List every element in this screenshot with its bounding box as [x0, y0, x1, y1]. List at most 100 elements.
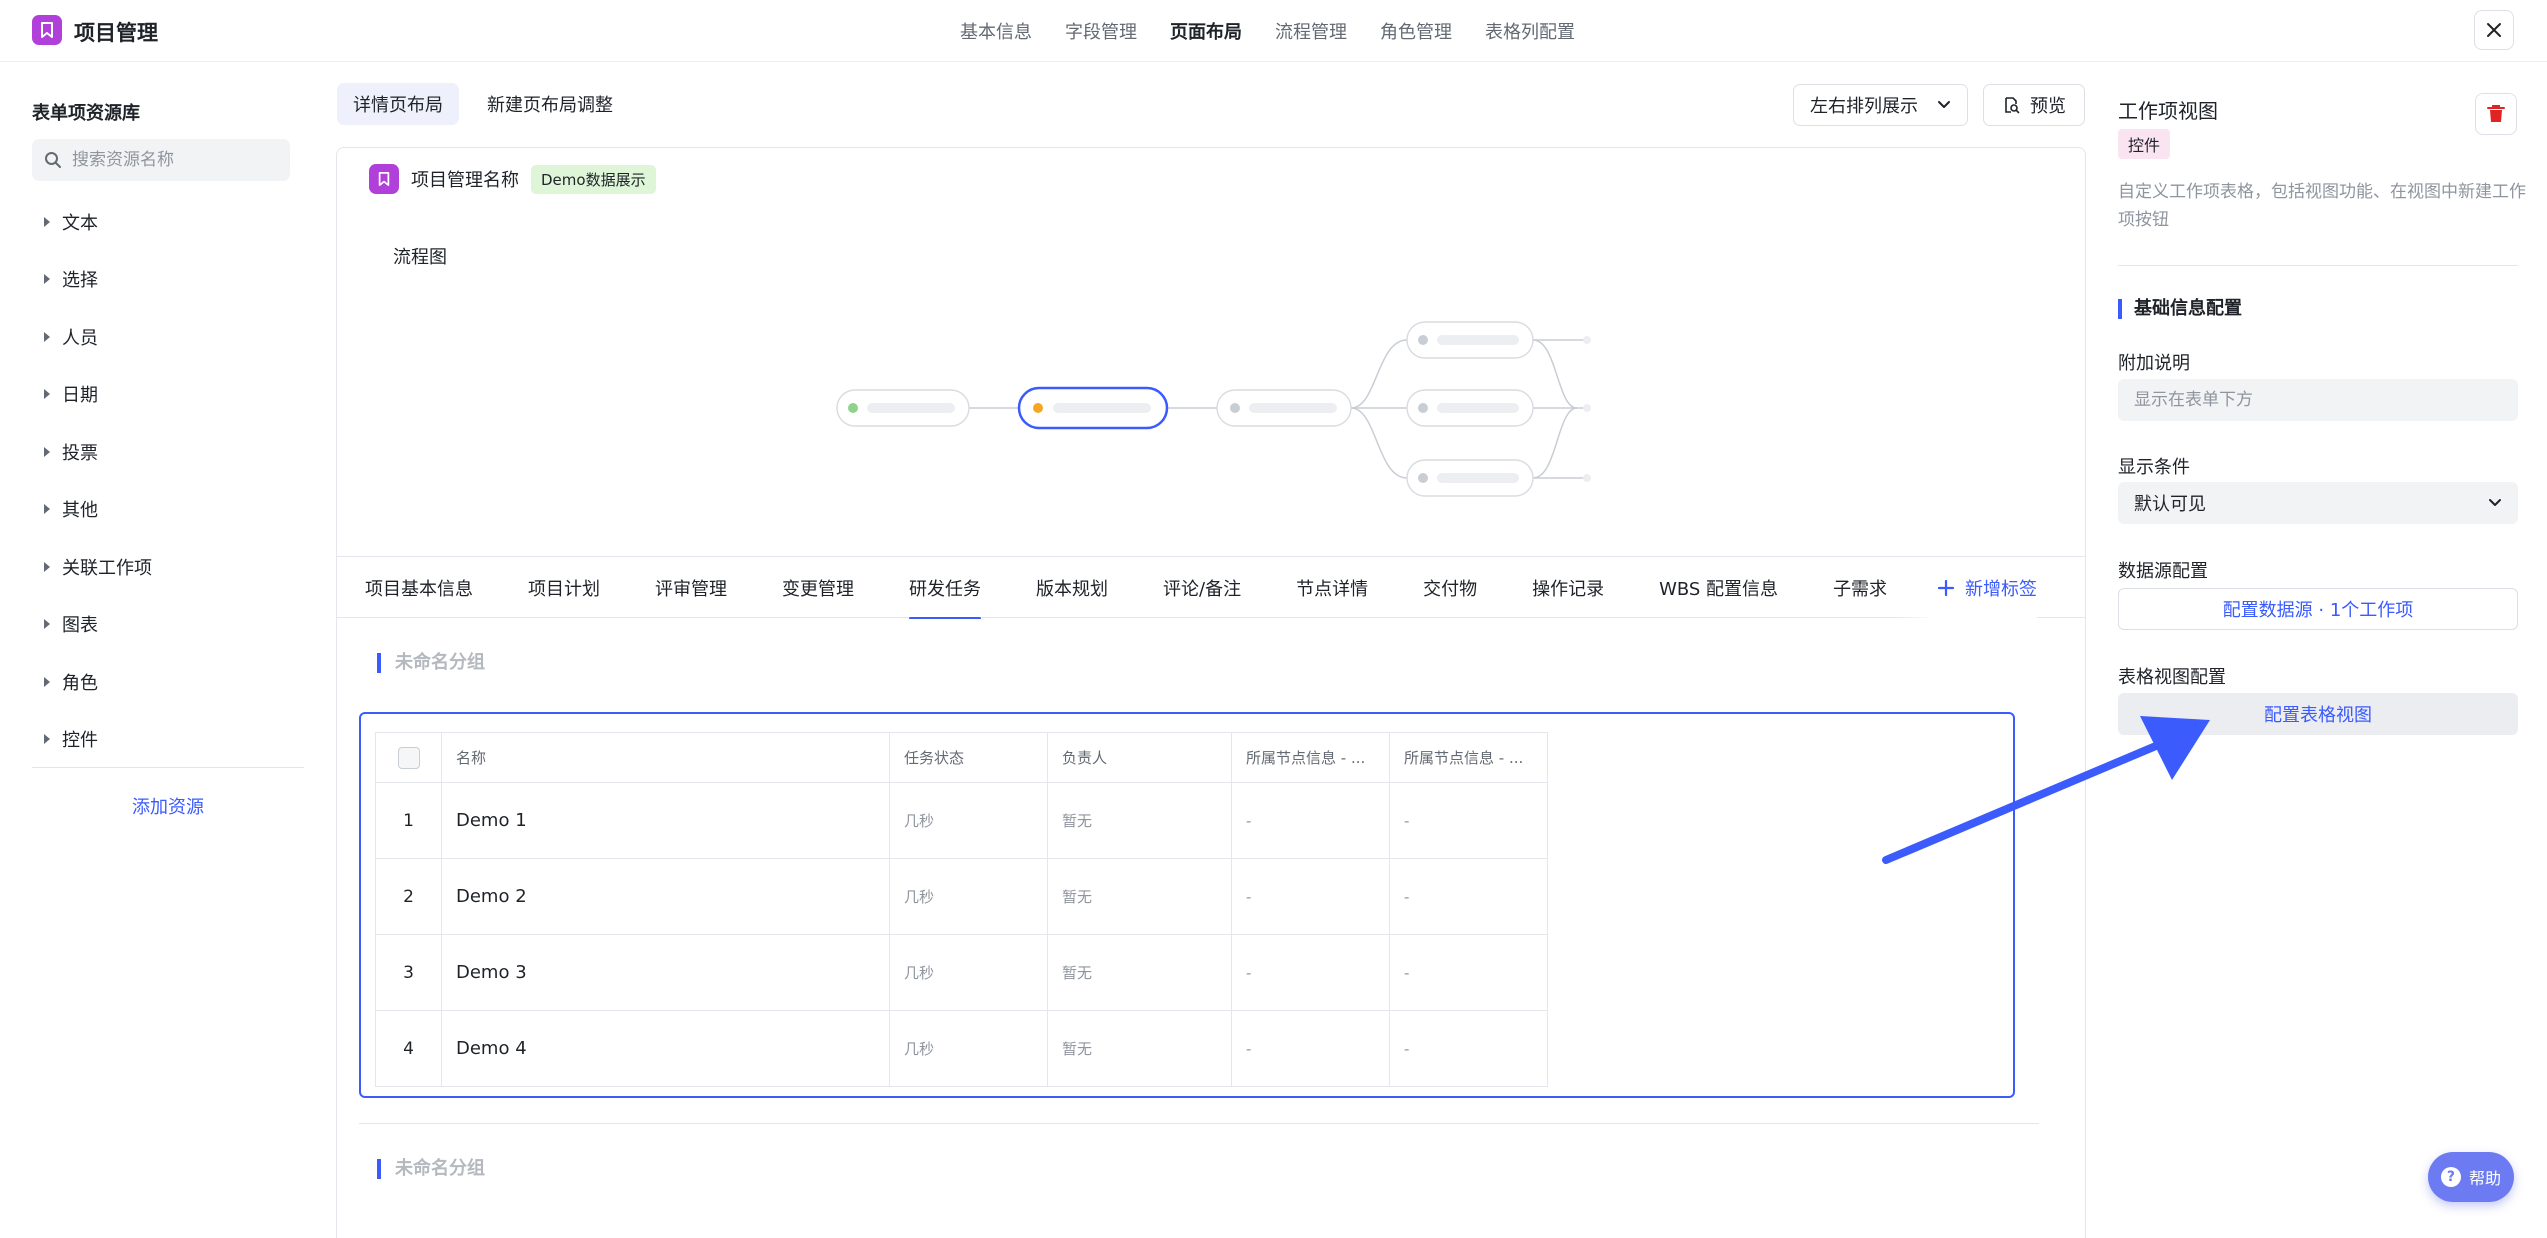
search-box	[32, 139, 290, 181]
resource-item-label: 日期	[62, 385, 98, 407]
resource-item-control[interactable]: 控件	[44, 711, 152, 769]
caret-right-icon	[44, 331, 50, 342]
group-title-2[interactable]: 未命名分组	[377, 1159, 485, 1179]
basic-config-section-title: 基础信息配置	[2118, 299, 2242, 319]
row-index: 3	[375, 934, 442, 1011]
add-tab-button[interactable]: 新增标签	[1929, 557, 2037, 619]
tab-dev-tasks[interactable]: 研发任务	[909, 557, 981, 619]
component-type-badge: 控件	[2118, 129, 2171, 159]
group-title-1[interactable]: 未命名分组	[377, 653, 485, 673]
tab-comments[interactable]: 评论/备注	[1163, 557, 1241, 619]
tab-operation-log[interactable]: 操作记录	[1532, 557, 1604, 619]
work-item-view-block[interactable]: 名称 任务状态 负责人 所属节点信息 - ... 所属节点信息 - ... 1 …	[359, 712, 2015, 1098]
resource-item-text[interactable]: 文本	[44, 193, 152, 251]
caret-right-icon	[44, 274, 50, 285]
table-header-row: 名称 任务状态 负责人 所属节点信息 - ... 所属节点信息 - ...	[375, 732, 1548, 783]
resource-item-date[interactable]: 日期	[44, 366, 152, 424]
panel-description: 自定义工作项表格，包括视图功能、在视图中新建工作项按钮	[2118, 182, 2526, 230]
delete-button[interactable]	[2475, 93, 2517, 135]
nav-field-management[interactable]: 字段管理	[1065, 18, 1137, 44]
row-node-1: -	[1231, 858, 1390, 935]
group-divider	[359, 1123, 2039, 1124]
row-node-2: -	[1389, 858, 1548, 935]
layout-tabs: 详情页布局 新建页布局调整	[337, 83, 629, 125]
resource-item-label: 人员	[62, 327, 98, 349]
row-node-2: -	[1389, 1010, 1548, 1087]
row-name: Demo 3	[441, 934, 890, 1011]
row-owner: 暂无	[1047, 858, 1232, 935]
close-button[interactable]	[2474, 10, 2514, 50]
resource-item-label: 关联工作项	[62, 557, 152, 579]
row-node-2: -	[1389, 934, 1548, 1011]
app-title: 项目管理	[74, 21, 158, 45]
resource-item-vote[interactable]: 投票	[44, 423, 152, 481]
row-status: 几秒	[889, 1010, 1048, 1087]
resource-item-person[interactable]: 人员	[44, 308, 152, 366]
help-label: 帮助	[2468, 1169, 2501, 1188]
table-row[interactable]: 2 Demo 2 几秒 暂无 - -	[375, 858, 1548, 935]
tab-change-management[interactable]: 变更管理	[782, 557, 854, 619]
tab-review-management[interactable]: 评审管理	[655, 557, 727, 619]
tableview-label: 表格视图配置	[2118, 667, 2226, 688]
note-input[interactable]	[2118, 379, 2518, 421]
tab-project-basic-info[interactable]: 项目基本信息	[365, 557, 473, 619]
nav-page-layout[interactable]: 页面布局	[1170, 18, 1242, 44]
resource-item-linked-work[interactable]: 关联工作项	[44, 538, 152, 596]
row-owner: 暂无	[1047, 1010, 1232, 1087]
resource-item-label: 选择	[62, 270, 98, 292]
tab-new-layout[interactable]: 新建页布局调整	[471, 83, 629, 125]
preview-button[interactable]: 预览	[1983, 84, 2085, 126]
resource-search-input[interactable]	[72, 150, 272, 170]
add-resource-link[interactable]: 添加资源	[0, 793, 336, 819]
row-owner: 暂无	[1047, 782, 1232, 859]
configure-tableview-button[interactable]: 配置表格视图	[2118, 693, 2518, 735]
tab-version-planning[interactable]: 版本规划	[1036, 557, 1108, 619]
table-row[interactable]: 3 Demo 3 几秒 暂无 - -	[375, 934, 1548, 1011]
row-node-2: -	[1389, 782, 1548, 859]
column-header-name: 名称	[441, 732, 890, 783]
resource-item-chart[interactable]: 图表	[44, 596, 152, 654]
tab-deliverables[interactable]: 交付物	[1423, 557, 1477, 619]
resource-sidebar: 表单项资源库 文本 选择 人员 日期 投票 其他 关联工作项 图表 角色 控件 …	[0, 63, 320, 1238]
panel-title: 工作项视图	[2118, 99, 2218, 123]
tabs-scroll-area: 项目基本信息 项目计划 评审管理 变更管理 研发任务 版本规划 评论/备注 节点…	[365, 557, 1945, 619]
table-row[interactable]: 4 Demo 4 几秒 暂无 - -	[375, 1010, 1548, 1087]
flow-node-4c[interactable]	[1406, 459, 1534, 497]
tab-node-details[interactable]: 节点详情	[1296, 557, 1368, 619]
flow-diagram[interactable]	[337, 298, 2086, 538]
help-button[interactable]: ? 帮助	[2428, 1152, 2514, 1202]
resource-item-select[interactable]: 选择	[44, 251, 152, 309]
resource-item-label: 角色	[62, 672, 98, 694]
condition-label: 显示条件	[2118, 457, 2190, 478]
caret-right-icon	[44, 216, 50, 227]
flow-node-4b[interactable]	[1406, 389, 1534, 427]
resource-item-label: 控件	[62, 730, 98, 752]
tab-detail-layout[interactable]: 详情页布局	[337, 83, 459, 125]
tab-wbs-config[interactable]: WBS 配置信息	[1659, 557, 1778, 619]
tab-sub-requirements[interactable]: 子需求	[1833, 557, 1887, 619]
panel-divider	[2118, 265, 2518, 266]
table-row[interactable]: 1 Demo 1 几秒 暂无 - -	[375, 782, 1548, 859]
nav-table-column-config[interactable]: 表格列配置	[1485, 18, 1575, 44]
column-header-node-2: 所属节点信息 - ...	[1389, 732, 1548, 783]
resource-item-role[interactable]: 角色	[44, 653, 152, 711]
flow-node-current[interactable]	[1017, 386, 1169, 430]
chevron-down-icon	[1938, 101, 1950, 108]
arrange-select[interactable]: 左右排列展示	[1793, 84, 1968, 126]
tab-project-plan[interactable]: 项目计划	[528, 557, 600, 619]
resource-item-label: 其他	[62, 500, 98, 522]
preview-icon	[2005, 97, 2020, 114]
row-index: 4	[375, 1010, 442, 1087]
resource-item-other[interactable]: 其他	[44, 481, 152, 539]
row-index: 1	[375, 782, 442, 859]
condition-select-value: 默认可见	[2134, 494, 2206, 515]
flow-node-4a[interactable]	[1406, 321, 1534, 359]
nav-role-management[interactable]: 角色管理	[1380, 18, 1452, 44]
flow-node-start[interactable]	[836, 389, 970, 427]
flow-node-3[interactable]	[1216, 389, 1352, 427]
nav-basic-info[interactable]: 基本信息	[960, 18, 1032, 44]
configure-datasource-button[interactable]: 配置数据源 · 1个工作项	[2118, 588, 2518, 630]
nav-flow-management[interactable]: 流程管理	[1275, 18, 1347, 44]
condition-select[interactable]: 默认可见	[2118, 482, 2518, 524]
select-all-checkbox[interactable]	[397, 746, 420, 769]
